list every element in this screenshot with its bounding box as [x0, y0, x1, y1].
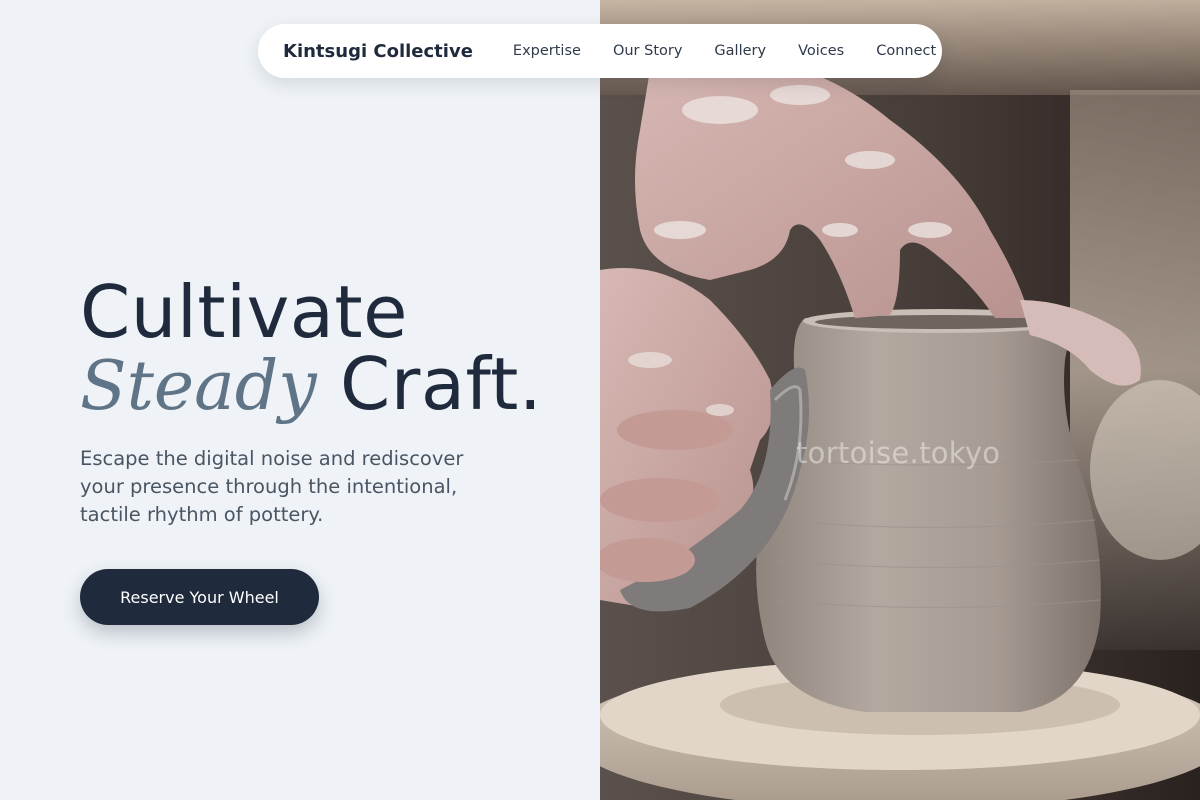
hero-description: Escape the digital noise and rediscover … — [80, 447, 464, 526]
hero-section: Cultivate Steady Craft. Escape the digit… — [0, 0, 600, 800]
brand-logo[interactable]: Kintsugi Collective — [283, 41, 473, 62]
hero-headline: Cultivate Steady Craft. — [80, 276, 542, 423]
nav-link-voices[interactable]: Voices — [798, 43, 844, 59]
watermark-text: tortoise.tokyo — [796, 436, 1001, 470]
headline-rest: Craft. — [340, 342, 543, 426]
landing-page: Cultivate Steady Craft. Escape the digit… — [0, 0, 1200, 800]
reserve-wheel-button[interactable]: Reserve Your Wheel — [80, 569, 319, 625]
hero-photo — [600, 0, 1200, 800]
headline-line-2: Steady Craft. — [80, 348, 542, 423]
top-navigation: Kintsugi Collective Expertise Our Story … — [258, 24, 942, 78]
nav-link-connect[interactable]: Connect — [876, 43, 936, 59]
nav-link-gallery[interactable]: Gallery — [714, 43, 766, 59]
nav-link-our-story[interactable]: Our Story — [613, 43, 682, 59]
headline-line-1: Cultivate — [80, 270, 408, 354]
pottery-hands-image — [600, 0, 1200, 800]
headline-accent-word: Steady — [80, 347, 317, 426]
nav-link-expertise[interactable]: Expertise — [513, 43, 581, 59]
